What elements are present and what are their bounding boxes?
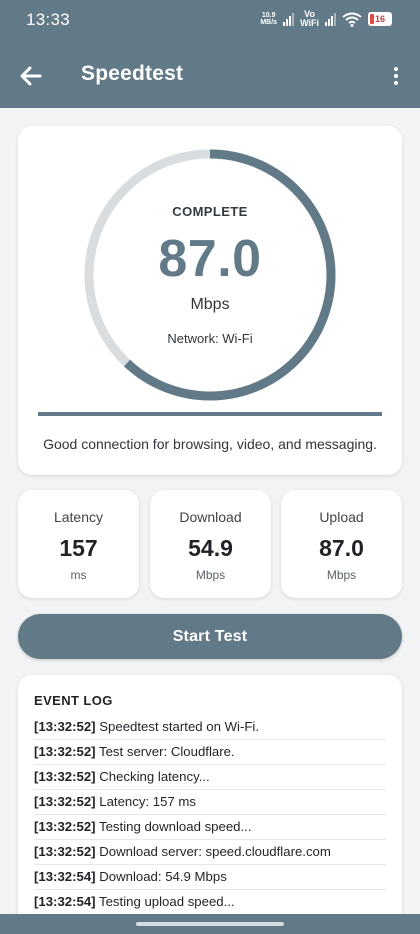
log-timestamp: [13:32:52] — [34, 744, 96, 759]
download-card: Download 54.9 Mbps — [150, 490, 271, 598]
status-time: 13:33 — [26, 10, 71, 29]
network-label: Network: Wi-Fi — [167, 331, 253, 346]
vowifi-indicator: Vo WiFi — [300, 10, 319, 28]
stat-unit: Mbps — [326, 568, 357, 582]
stat-value: 157 — [59, 535, 98, 561]
speed-gauge-card: COMPLETE 87.0 Mbps Network: Wi-Fi Good c… — [18, 126, 402, 475]
log-timestamp: [13:32:54] — [34, 894, 96, 909]
log-message: Checking latency... — [95, 769, 210, 784]
status-bar: 13:33 10.9 MB/s Vo WiFi 16 — [0, 0, 420, 40]
back-button[interactable] — [14, 59, 48, 93]
log-entry: [13:32:54] Testing upload speed... — [34, 890, 386, 915]
log-timestamp: [13:32:54] — [34, 869, 96, 884]
log-timestamp: [13:32:52] — [34, 719, 96, 734]
log-message: Speedtest started on Wi-Fi. — [95, 719, 260, 734]
status-icons: 10.9 MB/s Vo WiFi 16 — [260, 10, 392, 28]
more-vertical-icon — [394, 67, 398, 71]
log-entry: [13:32:54] Download: 54.9 Mbps — [34, 865, 386, 890]
home-gesture-handle[interactable] — [136, 922, 284, 926]
arrow-left-icon — [20, 66, 42, 86]
page-title: Speedtest — [81, 62, 184, 85]
log-timestamp: [13:32:52] — [34, 794, 96, 809]
start-test-button[interactable]: Start Test — [18, 614, 402, 659]
connection-quality-message: Good connection for browsing, video, and… — [43, 436, 377, 452]
event-log-card[interactable]: EVENT LOG [13:32:52] Speedtest started o… — [18, 675, 402, 934]
wifi-icon — [342, 12, 362, 27]
network-speed-value: 10.9 — [261, 12, 276, 19]
signal-icon — [325, 12, 336, 26]
stat-label: Download — [179, 509, 242, 525]
signal-icon — [283, 12, 295, 26]
network-speed-indicator: 10.9 MB/s — [260, 12, 277, 26]
test-progress-fill — [38, 412, 382, 416]
log-timestamp: [13:32:52] — [34, 819, 96, 834]
stat-unit: ms — [70, 568, 87, 582]
log-message: Latency: 157 ms — [95, 794, 197, 809]
app-bar: Speedtest — [0, 40, 420, 108]
test-progress-bar — [38, 412, 382, 416]
log-entry: [13:32:52] Speedtest started on Wi-Fi. — [34, 715, 386, 740]
upload-card: Upload 87.0 Mbps — [281, 490, 402, 598]
log-message: Testing upload speed... — [95, 894, 235, 909]
stat-label: Latency — [53, 509, 104, 525]
log-message: Download: 54.9 Mbps — [95, 869, 227, 884]
log-entry: [13:32:52] Testing download speed... — [34, 815, 386, 840]
stat-label: Upload — [319, 509, 364, 525]
speed-value: 87.0 — [158, 230, 262, 288]
network-speed-unit: MB/s — [260, 19, 278, 26]
log-message: Test server: Cloudflare. — [95, 744, 235, 759]
system-navigation-bar — [0, 914, 420, 934]
event-log-title: EVENT LOG — [34, 693, 113, 708]
stat-unit: Mbps — [195, 568, 226, 582]
test-status: COMPLETE — [172, 204, 248, 219]
overflow-menu-button[interactable] — [384, 61, 408, 91]
latency-card: Latency 157 ms — [18, 490, 139, 598]
log-entry: [13:32:52] Test server: Cloudflare. — [34, 740, 386, 765]
log-timestamp: [13:32:52] — [34, 769, 96, 784]
log-message: Testing download speed... — [95, 819, 252, 834]
stat-value: 87.0 — [319, 535, 364, 561]
battery-icon: 16 — [368, 12, 392, 26]
event-log-list: [13:32:52] Speedtest started on Wi-Fi. [1… — [34, 715, 386, 915]
log-timestamp: [13:32:52] — [34, 844, 96, 859]
speed-unit: Mbps — [190, 296, 230, 313]
log-entry: [13:32:52] Download server: speed.cloudf… — [34, 840, 386, 865]
log-message: Download server: speed.cloudflare.com — [95, 844, 331, 859]
battery-level: 16 — [374, 14, 385, 24]
stat-value: 54.9 — [188, 535, 233, 561]
log-entry: [13:32:52] Checking latency... — [34, 765, 386, 790]
vowifi-bottom: WiFi — [300, 18, 319, 28]
log-entry: [13:32:52] Latency: 157 ms — [34, 790, 386, 815]
